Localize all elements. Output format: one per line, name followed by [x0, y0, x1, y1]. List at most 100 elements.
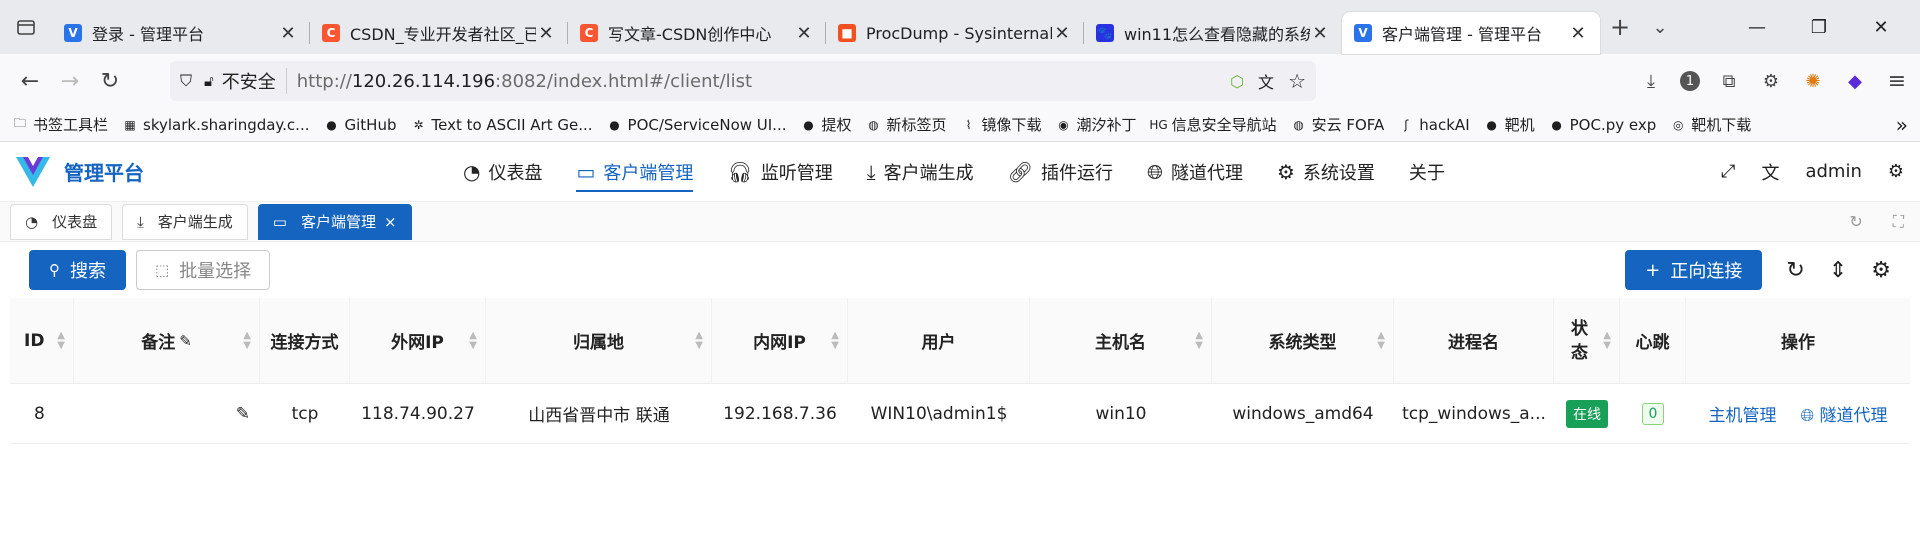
col-location[interactable]: 归属地 ▲ ▼ — [486, 298, 712, 383]
close-tab-icon[interactable]: × — [384, 213, 397, 231]
nodejs-extension-icon[interactable]: ⬡ — [1230, 72, 1244, 91]
menu-item[interactable]: ⤓ 客户端生成 — [850, 142, 991, 202]
sort-icon[interactable]: ▲ ▼ — [695, 330, 703, 351]
browser-tab[interactable]: C CSDN_专业开发者社区_已接 ✕ — [310, 12, 568, 54]
forward-icon[interactable]: → — [50, 61, 90, 101]
restore-icon[interactable]: ❐ — [1788, 17, 1850, 38]
tunnel-proxy-link[interactable]: 🌐︎ 隧道代理 — [1800, 401, 1887, 426]
bookmark-item[interactable]: ● POC/ServiceNow UI... — [607, 115, 787, 134]
close-tab-icon[interactable]: ✕ — [794, 23, 814, 44]
column-settings-icon[interactable]: ⚙ — [1871, 258, 1891, 283]
fox-extension-icon[interactable]: ✺ — [1800, 68, 1826, 94]
close-tab-icon[interactable]: ✕ — [278, 23, 298, 44]
menu-item[interactable]: 🌐︎ 隧道代理 — [1130, 142, 1260, 202]
password-manager-icon[interactable]: 1 — [1680, 71, 1700, 91]
bookmark-label: 潮汐补丁 — [1076, 116, 1137, 134]
shield-icon[interactable]: ⛉ — [180, 71, 192, 91]
close-tab-icon[interactable]: ✕ — [1568, 23, 1588, 44]
hamburger-menu-icon[interactable]: ≡ — [1884, 68, 1910, 94]
app-logo[interactable]: 管理平台 — [16, 156, 446, 187]
bookmark-item[interactable]: ▦ skylark.sharingday.c... — [122, 116, 309, 134]
bookmark-item[interactable]: ● 提权 — [801, 114, 851, 135]
refresh-icon[interactable]: ↻ — [1786, 258, 1804, 283]
close-tab-icon[interactable]: ✕ — [1052, 23, 1072, 44]
settings-gear-icon[interactable]: ⚙ — [1888, 161, 1904, 182]
bookmark-item[interactable]: ⌇ 镜像下载 — [961, 114, 1042, 135]
extensions-icon[interactable]: ⧉ — [1716, 68, 1742, 94]
menu-item[interactable]: 🔗︎ 插件运行 — [991, 142, 1130, 202]
bookmark-item[interactable]: ● POC.py exp — [1549, 116, 1656, 134]
downloads-icon[interactable]: ⤓ — [1638, 68, 1664, 94]
sort-icon[interactable]: ▲ ▼ — [57, 330, 65, 351]
bookmark-item[interactable]: ◎ 靶机下载 — [1670, 114, 1751, 135]
bookmark-item[interactable]: ● GitHub — [324, 116, 396, 134]
menu-item[interactable]: 🎧︎ 监听管理 — [710, 142, 849, 202]
close-window-icon[interactable]: ✕ — [1850, 17, 1912, 38]
bookmark-item[interactable]: ◍ 新标签页 — [866, 114, 946, 135]
browser-tab[interactable]: C 写文章-CSDN创作中心 ✕ — [568, 12, 826, 54]
bookmark-item[interactable]: ✲ Text to ASCII Art Ge... — [410, 116, 592, 134]
col-wan-ip[interactable]: 外网IP ▲ ▼ — [350, 298, 486, 383]
cell-actions: 主机管理 🌐︎ 隧道代理 — [1686, 384, 1910, 443]
more-bookmarks-icon[interactable]: » — [1896, 113, 1908, 137]
bookmark-item[interactable]: HG 信息安全导航站 — [1149, 114, 1276, 135]
sort-icon[interactable]: ▲ ▼ — [831, 330, 839, 351]
bookmark-item[interactable]: 🗀︎ 书签工具栏 — [12, 114, 108, 135]
col-id[interactable]: ID ▲ ▼ — [10, 298, 74, 383]
back-icon[interactable]: ← — [10, 61, 50, 101]
page-tab-dashboard[interactable]: ◔ 仪表盘 — [10, 203, 113, 240]
menu-item[interactable]: 关于 — [1392, 142, 1462, 202]
bookmark-item[interactable]: ◍ 安云 FOFA — [1291, 114, 1384, 135]
col-heartbeat: 心跳 — [1620, 298, 1686, 383]
bookmark-star-icon[interactable]: ☆ — [1288, 69, 1306, 93]
host-manage-link[interactable]: 主机管理 — [1708, 401, 1776, 426]
sort-icon[interactable]: ▲ ▼ — [469, 330, 477, 351]
fullscreen-icon[interactable]: ⤢ — [1721, 161, 1735, 182]
sort-icon[interactable]: ▲ ▼ — [243, 330, 251, 351]
workspaces-icon[interactable] — [8, 9, 44, 45]
new-tab-button[interactable]: + — [1600, 13, 1640, 41]
bookmark-item[interactable]: ʃ hackAI — [1398, 116, 1469, 134]
maximize-content-icon[interactable]: ⛶ — [1893, 212, 1904, 232]
browser-tab[interactable]: 🐾 win11怎么查看隐藏的系统 ✕ — [1084, 12, 1342, 54]
menu-item[interactable]: ▭ 客户端管理 — [559, 142, 710, 202]
address-bar[interactable]: ⛉ 🔓︎ 不安全 http:// 120.26.114.196 :8082/in… — [170, 61, 1316, 101]
close-tab-icon[interactable]: ✕ — [536, 23, 556, 44]
browser-tab[interactable]: V 客户端管理 - 管理平台 ✕ — [1342, 12, 1600, 54]
translate-ext-icon[interactable]: ⚙ — [1758, 68, 1784, 94]
search-button[interactable]: ⚲ 搜索 — [29, 250, 126, 290]
batch-select-button[interactable]: ⬚ 批量选择 — [136, 250, 271, 290]
browser-tab[interactable]: V 登录 - 管理平台 ✕ — [52, 12, 310, 54]
url-path: :8082/index.html#/client/list — [495, 70, 753, 92]
language-icon[interactable]: 文 — [1761, 159, 1779, 185]
menu-item[interactable]: ◔ 仪表盘 — [446, 142, 559, 202]
minimize-icon[interactable]: — — [1726, 17, 1788, 38]
forward-connect-button[interactable]: + 正向连接 — [1625, 250, 1763, 290]
sort-icon[interactable]: ▲ ▼ — [1603, 330, 1611, 351]
menu-item-label: 客户端生成 — [883, 162, 974, 184]
col-os[interactable]: 系统类型 ▲ ▼ — [1212, 298, 1394, 383]
edit-remark-icon[interactable]: ✎ — [236, 404, 250, 424]
sort-icon[interactable]: ▲ ▼ — [1377, 330, 1385, 351]
tab-list-chevron-icon[interactable]: ⌄ — [1640, 17, 1680, 38]
page-tab-client-manage[interactable]: ▭ 客户端管理 × — [257, 203, 412, 240]
bookmark-item[interactable]: ● 靶机 — [1484, 114, 1534, 135]
github-icon: ● — [1551, 117, 1562, 132]
reload-icon[interactable]: ↻ — [90, 61, 130, 101]
col-remark[interactable]: 备注 ✎ ▲ ▼ — [74, 298, 260, 383]
page-tab-client-generate[interactable]: ⤓ 客户端生成 — [122, 203, 248, 240]
col-lan-ip[interactable]: 内网IP ▲ ▼ — [712, 298, 848, 383]
col-host[interactable]: 主机名 ▲ ▼ — [1030, 298, 1212, 383]
menu-item[interactable]: ⚙ 系统设置 — [1260, 142, 1392, 202]
sort-icon[interactable]: ▲ ▼ — [1195, 330, 1203, 351]
refresh-tab-icon[interactable]: ↻ — [1849, 212, 1862, 232]
bookmark-item[interactable]: ◉ 潮汐补丁 — [1056, 114, 1137, 135]
bookmark-label: POC/ServiceNow UI... — [627, 115, 787, 134]
user-name[interactable]: admin — [1805, 161, 1861, 182]
purple-extension-icon[interactable]: ◆ — [1842, 68, 1868, 94]
density-icon[interactable]: ⇕ — [1829, 258, 1847, 283]
browser-tab[interactable]: ■ ProcDump - Sysinternals | ✕ — [826, 12, 1084, 54]
translate-icon[interactable]: 文 — [1258, 69, 1274, 93]
close-tab-icon[interactable]: ✕ — [1310, 23, 1330, 44]
col-status[interactable]: 状态 ▲ ▼ — [1554, 298, 1620, 383]
